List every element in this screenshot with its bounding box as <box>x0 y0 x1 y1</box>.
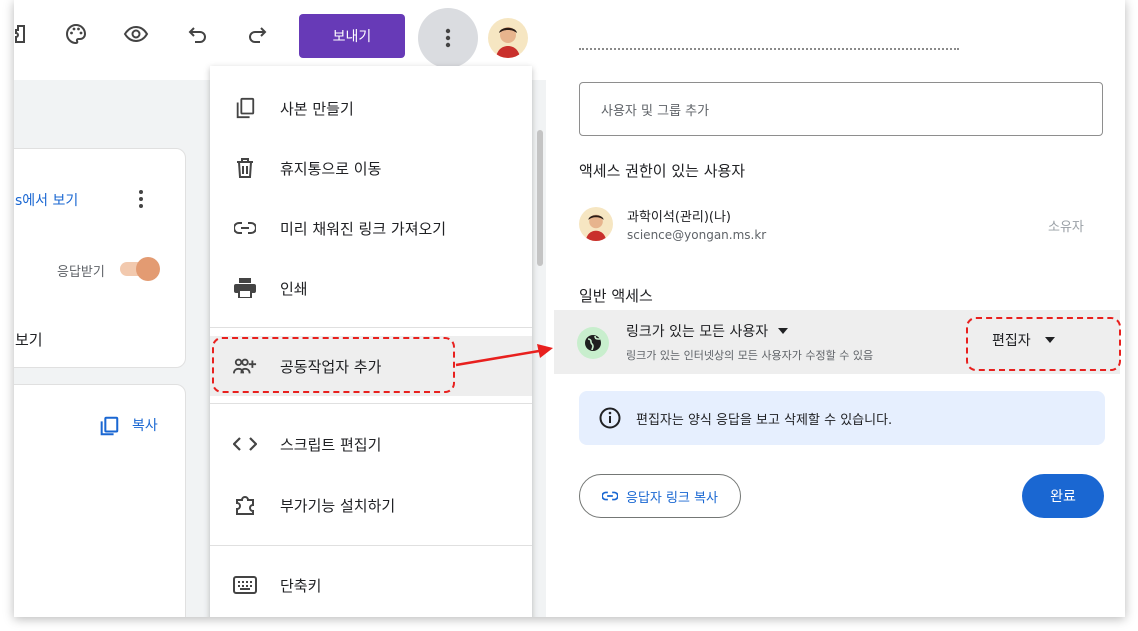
access-section-title: 액세스 권한이 있는 사용자 <box>579 162 746 180</box>
copy-responder-link-button[interactable]: 응답자 링크 복사 <box>579 474 741 518</box>
redo-icon[interactable] <box>245 22 269 46</box>
menu-divider <box>210 403 532 404</box>
menu-item-install-addons[interactable]: 부가기능 설치하기 <box>210 478 532 532</box>
menu-item-move-to-trash[interactable]: 휴지통으로 이동 <box>210 141 532 195</box>
menu-scrollbar[interactable] <box>537 130 543 266</box>
menu-item-label: 단축키 <box>280 576 322 595</box>
menu-item-label: 부가기능 설치하기 <box>280 496 396 515</box>
share-panel: 사용자 및 그룹 추가 액세스 권한이 있는 사용자 과학이석(관리)(나) s… <box>546 0 1125 617</box>
view-in-sheets-link[interactable]: s에서 보기 <box>15 190 78 210</box>
globe-icon <box>577 327 609 359</box>
screenshot-frame: 보내기 s에서 보기 응답받기 보기 복사 사본 만들기 휴지통으로 이동 미리… <box>14 0 1125 617</box>
accepting-responses-label: 응답받기 <box>57 265 105 280</box>
link-icon <box>602 491 618 501</box>
annotation-highlight-collaborators <box>212 337 455 393</box>
add-people-placeholder: 사용자 및 그룹 추가 <box>601 103 710 119</box>
owner-email: science@yongan.ms.kr <box>627 228 767 242</box>
printer-icon <box>233 276 257 300</box>
undo-icon[interactable] <box>186 22 210 46</box>
trash-icon <box>233 156 257 180</box>
menu-item-label: 휴지통으로 이동 <box>280 159 382 178</box>
send-button-label: 보내기 <box>332 29 372 45</box>
copy-icon <box>100 416 119 436</box>
info-icon <box>599 407 621 429</box>
menu-item-make-copy[interactable]: 사본 만들기 <box>210 81 532 135</box>
menu-item-print[interactable]: 인쇄 <box>210 261 532 315</box>
more-vert-icon <box>445 28 451 48</box>
toggle-knob <box>136 257 160 281</box>
copy-link-label[interactable]: 복사 <box>132 415 158 435</box>
accepting-toggle[interactable] <box>120 257 160 281</box>
annotation-highlight-role <box>966 317 1121 371</box>
link-card: 복사 <box>14 384 186 617</box>
keyboard-icon <box>233 573 257 597</box>
clipped-heading-fragment <box>579 44 959 54</box>
general-access-title: 일반 액세스 <box>579 287 653 305</box>
puzzle-icon <box>233 493 257 517</box>
menu-item-prefilled-link[interactable]: 미리 채워진 링크 가져오기 <box>210 201 532 255</box>
menu-item-label: 인쇄 <box>280 279 308 298</box>
owner-name: 과학이석(관리)(나) <box>627 210 732 225</box>
general-access-scope-dropdown[interactable]: 링크가 있는 모든 사용자 <box>626 321 789 341</box>
menu-item-label: 스크립트 편집기 <box>280 435 382 454</box>
menu-item-script-editor[interactable]: 스크립트 편집기 <box>210 417 532 471</box>
add-people-input[interactable]: 사용자 및 그룹 추가 <box>579 82 1103 136</box>
view-summary-label: 보기 <box>15 331 43 349</box>
menu-divider <box>210 545 532 546</box>
info-text: 편집자는 양식 응답을 보고 삭제할 수 있습니다. <box>636 413 893 428</box>
link-icon <box>233 216 257 240</box>
menu-divider <box>210 327 532 328</box>
preview-eye-icon[interactable] <box>123 22 149 46</box>
caret-down-icon <box>778 328 789 334</box>
account-avatar[interactable] <box>488 18 528 58</box>
menu-item-label: 사본 만들기 <box>280 99 354 118</box>
general-access-scope: 링크가 있는 모든 사용자 <box>626 324 769 340</box>
general-access-description: 링크가 있는 인터넷상의 모든 사용자가 수정할 수 있음 <box>626 349 874 362</box>
send-button[interactable]: 보내기 <box>299 14 405 58</box>
responses-card: s에서 보기 응답받기 보기 <box>14 148 186 368</box>
owner-avatar <box>579 207 613 241</box>
done-button[interactable]: 완료 <box>1022 474 1104 518</box>
menu-item-label: 미리 채워진 링크 가져오기 <box>280 219 447 238</box>
copy-icon <box>233 96 257 120</box>
code-icon <box>233 432 257 456</box>
addon-icon[interactable] <box>14 22 32 46</box>
owner-role: 소유자 <box>1048 220 1084 235</box>
done-button-label: 완료 <box>1050 489 1076 505</box>
menu-item-keyboard-shortcuts[interactable]: 단축키 <box>210 558 532 612</box>
palette-icon[interactable] <box>64 22 88 46</box>
annotation-arrow <box>455 344 553 367</box>
info-banner: 편집자는 양식 응답을 보고 삭제할 수 있습니다. <box>579 391 1105 445</box>
more-vert-icon[interactable] <box>138 189 144 209</box>
copy-responder-link-label: 응답자 링크 복사 <box>626 490 718 506</box>
more-options-button[interactable] <box>418 8 478 68</box>
